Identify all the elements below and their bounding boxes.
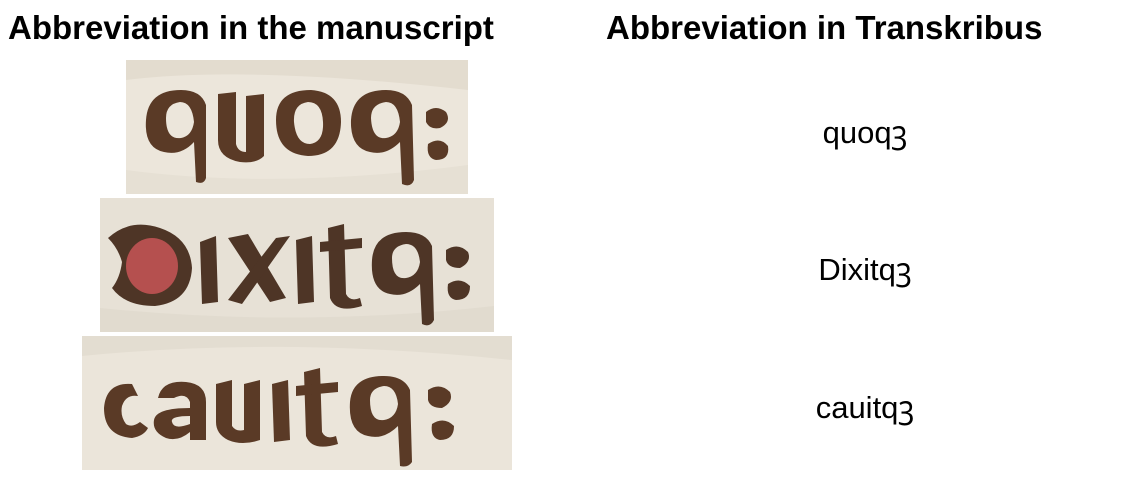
column-header-manuscript: Abbreviation in the manuscript [8,9,494,46]
transkribus-text-cauitq: cauitqꝫ [815,390,915,425]
manuscript-word-image [126,60,468,194]
transkribus-text-quoq: quoqꝫ [822,115,908,150]
column-header-transkribus: Abbreviation in Transkribus [606,9,1043,46]
manuscript-word-image [100,198,494,332]
transkribus-text-dixitq: Dixitqꝫ [818,252,912,287]
manuscript-crop-quoq [126,60,468,194]
manuscript-crop-cauitq [82,336,512,470]
manuscript-word-image [82,336,512,470]
manuscript-crop-dixitq [100,198,494,332]
